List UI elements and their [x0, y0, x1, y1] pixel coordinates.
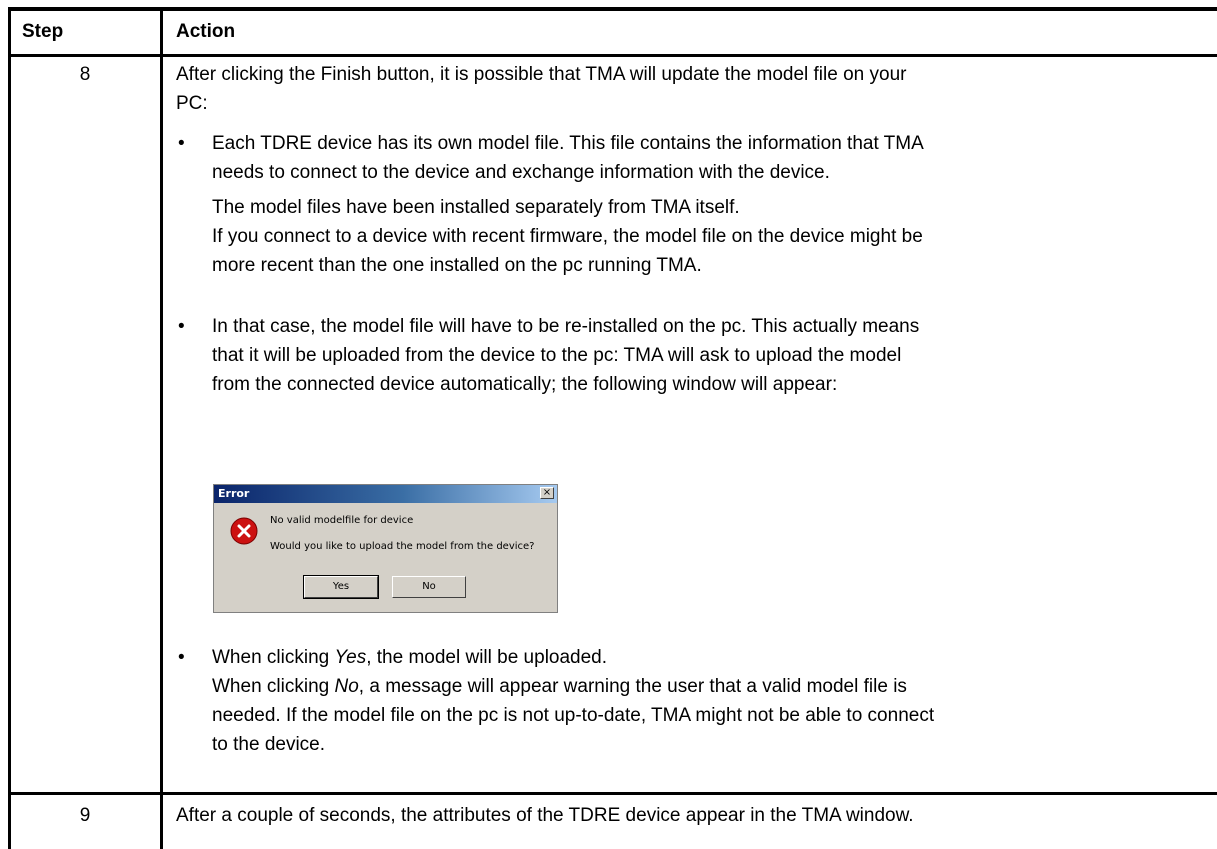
bullet-3-line2: When clicking No, a message will appear …: [212, 672, 934, 701]
bullet-3-line2-pre: When clicking: [212, 676, 335, 697]
row9-text: After a couple of seconds, the attribute…: [176, 805, 914, 826]
bullet-3-yes-emphasis: Yes: [334, 647, 367, 668]
bullet-1-extra-line2: If you connect to a device with recent f…: [212, 226, 923, 247]
dialog-title-bar: Error ×: [214, 485, 557, 503]
bullet-1-line2: needs to connect to the device and excha…: [212, 162, 830, 183]
bullet-3-no-emphasis: No: [334, 676, 359, 697]
yes-button[interactable]: Yes: [303, 575, 379, 599]
bullet-1-extra-line3: more recent than the one installed on th…: [212, 255, 702, 276]
step-number-8: 8: [79, 64, 91, 85]
row8-intro-line1: After clicking the Finish button, it is …: [176, 64, 907, 85]
table-left-border: [8, 7, 11, 849]
bullet-3-glyph: •: [178, 647, 185, 668]
error-icon: [230, 517, 258, 545]
bullet-1-extra: The model files have been installed sepa…: [212, 193, 923, 280]
bullet-3-line2-post: , a message will appear warning the user…: [358, 676, 907, 697]
bullet-2-line3: from the connected device automatically;…: [212, 374, 838, 395]
header-bottom-border: [8, 54, 1217, 57]
bullet-1-extra-line1: The model files have been installed sepa…: [212, 197, 740, 218]
bullet-1-glyph: •: [178, 133, 185, 154]
bullet-2-glyph: •: [178, 316, 185, 337]
bullet-1-line1: Each TDRE device has its own model file.…: [212, 133, 924, 154]
no-button[interactable]: No: [392, 576, 466, 598]
close-icon[interactable]: ×: [540, 487, 554, 499]
error-dialog-screenshot: Error × No valid modelfile for device Wo…: [213, 484, 558, 613]
bullet-3-text: When clicking Yes, the model will be upl…: [212, 643, 934, 759]
row8-intro-line2: PC:: [176, 93, 208, 114]
bullet-3-line1-pre: When clicking: [212, 647, 335, 668]
bullet-1-text: Each TDRE device has its own model file.…: [212, 129, 924, 187]
document-page: Step Action 8 After clicking the Finish …: [0, 0, 1217, 849]
bullet-2-line2: that it will be uploaded from the device…: [212, 345, 902, 366]
column-divider: [160, 7, 163, 849]
row-divider: [8, 792, 1217, 795]
bullet-2-text: In that case, the model file will have t…: [212, 312, 919, 399]
table-top-border: [8, 7, 1217, 11]
bullet-3-line3: needed. If the model file on the pc is n…: [212, 705, 935, 726]
bullet-3-line1-post: , the model will be uploaded.: [366, 647, 608, 668]
step-number-9: 9: [79, 805, 91, 826]
dialog-title: Error: [218, 487, 250, 500]
dialog-message-1: No valid modelfile for device: [270, 515, 414, 526]
header-step: Step: [22, 21, 64, 42]
bullet-3-line4: to the device.: [212, 734, 326, 755]
bullet-2-line1: In that case, the model file will have t…: [212, 316, 920, 337]
header-action: Action: [176, 21, 236, 42]
bullet-3-line1: When clicking Yes, the model will be upl…: [212, 643, 934, 672]
dialog-message-2: Would you like to upload the model from …: [270, 541, 535, 552]
